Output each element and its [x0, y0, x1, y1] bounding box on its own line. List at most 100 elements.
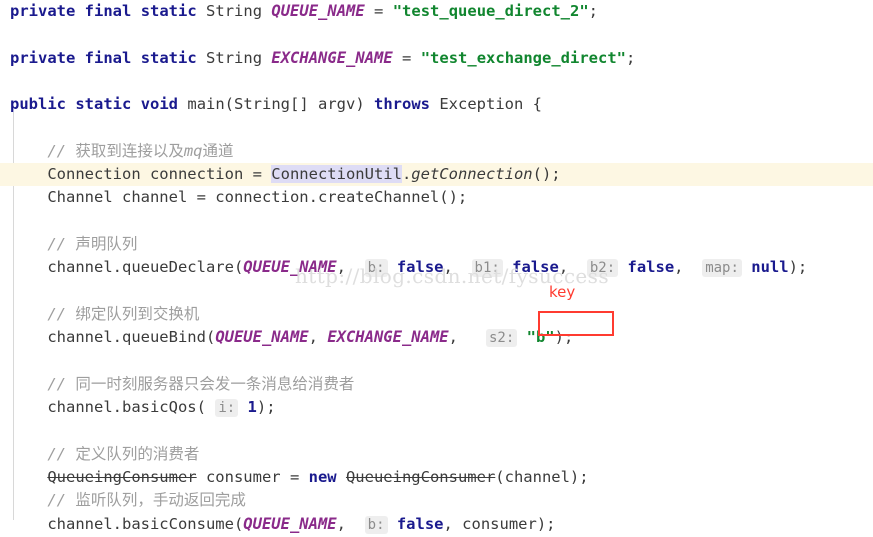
code-token: private [10, 2, 76, 20]
code-token: // [10, 444, 76, 463]
code-token: , [336, 258, 356, 277]
line-comment-define-consumer[interactable]: // 定义队列的消费者 [0, 443, 873, 466]
code-token: null [751, 258, 789, 277]
line-comment-declare-queue[interactable]: // 声明队列 [0, 233, 873, 256]
code-token: , [308, 328, 328, 347]
code-lines[interactable]: private final static String QUEUE_NAME =… [0, 0, 873, 536]
code-token: . [401, 165, 412, 184]
code-token: QUEUE_NAME [243, 258, 337, 277]
code-token: 监听队列，手动返回完成 [75, 491, 246, 510]
code-token: public [10, 95, 66, 114]
code-token: false [396, 258, 444, 277]
code-token: main(String[] argv) [187, 95, 374, 114]
line-create-channel[interactable]: Channel channel = connection.createChann… [0, 186, 873, 209]
line-blank-4[interactable] [0, 210, 873, 233]
line-exchange-name-decl[interactable]: private final static String EXCHANGE_NAM… [0, 47, 873, 70]
code-token: mq [183, 141, 203, 160]
code-token: // [10, 491, 76, 510]
code-token: static [140, 48, 197, 67]
code-token: // [10, 374, 76, 393]
line-main-signature[interactable]: public static void main(String[] argv) t… [0, 93, 873, 116]
code-token: final [84, 2, 132, 20]
code-token: "test_queue_direct_2" [392, 2, 589, 20]
code-token: , [443, 258, 463, 277]
code-token: // [10, 234, 76, 253]
code-token: String [206, 48, 263, 67]
code-token: new [308, 467, 337, 486]
code-token: throws [374, 95, 430, 114]
line-blank-2[interactable] [0, 70, 873, 93]
line-blank-7[interactable] [0, 419, 873, 442]
line-blank-5[interactable] [0, 280, 873, 303]
code-token: ); [256, 398, 276, 417]
line-blank-6[interactable] [0, 349, 873, 372]
line-comment-qos[interactable]: // 同一时刻服务器只会发一条消息给消费者 [0, 373, 873, 396]
code-token: "b" [526, 328, 555, 347]
code-token: String [206, 2, 263, 20]
code-token: 声明队列 [75, 234, 138, 253]
code-token: = [392, 48, 421, 67]
code-token: 定义队列的消费者 [75, 444, 200, 463]
line-new-consumer[interactable]: QueueingConsumer consumer = new Queueing… [0, 466, 873, 489]
line-comment-bind-queue[interactable]: // 绑定队列到交换机 [0, 303, 873, 326]
code-token: , [674, 258, 693, 277]
line-basic-qos[interactable]: channel.basicQos( i: 1); [0, 396, 873, 419]
code-token: b2: [586, 259, 619, 278]
code-token: static [75, 95, 132, 114]
line-blank-1[interactable] [0, 23, 873, 46]
code-token: private [10, 48, 76, 67]
code-token: QUEUE_NAME [271, 2, 365, 20]
code-token: 通道 [202, 141, 234, 160]
code-token: EXCHANGE_NAME [271, 48, 393, 67]
code-token: Exception { [430, 95, 542, 114]
code-token: channel.basicQos( [10, 398, 216, 417]
code-token: ; [626, 48, 636, 67]
code-token: b: [364, 259, 388, 278]
line-queue-declare[interactable]: channel.queueDeclare(QUEUE_NAME, b: fals… [0, 256, 873, 279]
line-comment-listen-queue[interactable]: // 监听队列，手动返回完成 [0, 489, 873, 512]
annotation-label-key: key [549, 283, 576, 301]
code-token: b: [364, 515, 388, 534]
code-token: void [140, 95, 179, 114]
code-token: map: [702, 259, 742, 278]
line-queue-bind[interactable]: channel.queueBind(QUEUE_NAME, EXCHANGE_N… [0, 326, 873, 349]
code-token: ); [554, 328, 574, 347]
code-editor[interactable]: private final static String QUEUE_NAME =… [0, 0, 873, 534]
code-token: channel.queueDeclare( [10, 258, 244, 277]
code-token: Channel channel = connection.createChann… [10, 188, 468, 207]
code-token: QueueingConsumer [345, 467, 496, 486]
line-queue-name-decl[interactable]: private final static String QUEUE_NAME =… [0, 0, 873, 23]
code-token: = [364, 2, 393, 20]
code-token: 获取到连接以及 [75, 141, 184, 160]
code-token: false [627, 258, 675, 277]
line-blank-3[interactable] [0, 116, 873, 139]
code-token: QueueingConsumer [47, 467, 197, 486]
line-comment-connection[interactable]: // 获取到连接以及mq通道 [0, 140, 873, 163]
code-token: final [84, 48, 132, 67]
code-token: EXCHANGE_NAME [327, 328, 449, 347]
code-token: "test_exchange_direct" [420, 48, 627, 67]
code-token: channel.queueBind( [10, 328, 216, 347]
code-token: b1: [471, 259, 503, 278]
line-get-connection[interactable]: Connection connection = ConnectionUtil.g… [0, 163, 873, 187]
line-basic-consume[interactable]: channel.basicConsume(QUEUE_NAME, b: fals… [0, 513, 873, 536]
